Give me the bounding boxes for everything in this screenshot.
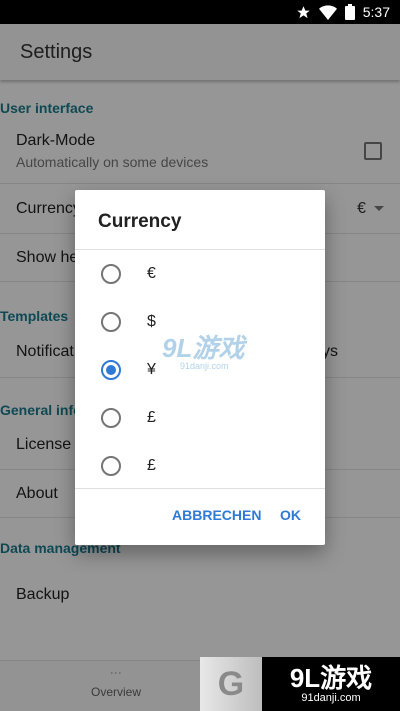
- cancel-button[interactable]: ABBRECHEN: [172, 507, 261, 523]
- currency-option-label: €: [147, 265, 156, 282]
- star-icon: [296, 5, 311, 20]
- radio-button[interactable]: [101, 456, 121, 476]
- radio-button[interactable]: [101, 408, 121, 428]
- radio-button[interactable]: [101, 312, 121, 332]
- currency-option-pound[interactable]: £: [75, 394, 325, 442]
- currency-option-label: £: [147, 457, 156, 474]
- status-time: 5:37: [362, 4, 390, 20]
- currency-option-label: $: [147, 313, 156, 330]
- battery-icon: [344, 4, 355, 20]
- radio-button[interactable]: [101, 264, 121, 284]
- dialog-title: Currency: [98, 211, 182, 232]
- dialog-actions: ABBRECHEN OK: [75, 490, 325, 540]
- banner-text-block: 9L游戏 91danji.com: [262, 657, 400, 711]
- wifi-icon: [318, 4, 337, 20]
- status-bar: 5:37: [0, 0, 400, 24]
- currency-option-label: £: [147, 409, 156, 426]
- banner-logo: G: [200, 657, 262, 711]
- ok-button[interactable]: OK: [280, 507, 301, 523]
- watermark-text: 9L游戏: [162, 333, 245, 363]
- banner-url: 91danji.com: [301, 692, 361, 704]
- currency-option-euro[interactable]: €: [75, 250, 325, 298]
- watermark-url: 91danji.com: [180, 361, 229, 371]
- dialog-divider-bottom: [75, 488, 325, 489]
- banner-title: 9L游戏: [289, 663, 373, 693]
- currency-option-pound-2[interactable]: £: [75, 442, 325, 490]
- radio-button-selected[interactable]: [101, 360, 121, 380]
- site-banner: G 9L游戏 91danji.com: [200, 657, 400, 711]
- currency-option-label: ¥: [147, 361, 156, 378]
- watermark-logo: 9L游戏 91danji.com: [162, 335, 254, 371]
